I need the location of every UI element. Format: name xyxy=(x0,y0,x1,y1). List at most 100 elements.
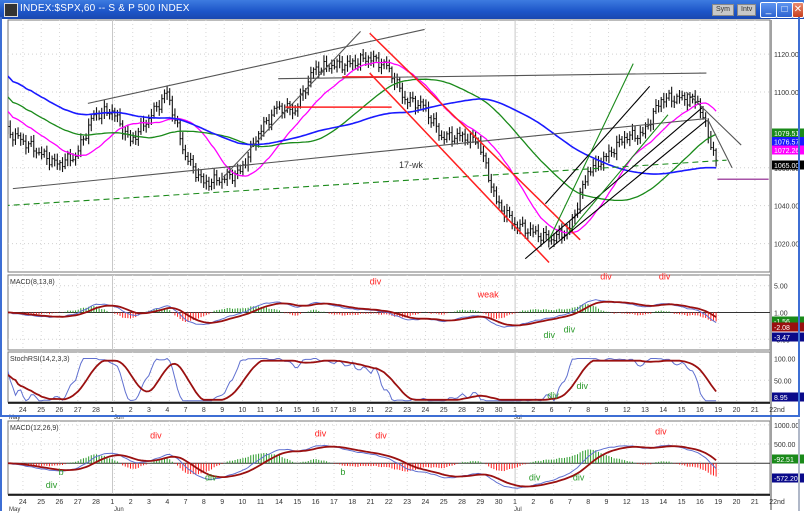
date-tick-label: 7 xyxy=(184,407,188,414)
date-tick-label: 21 xyxy=(367,499,375,506)
price-annotation: 17-wk xyxy=(399,160,424,170)
date-tick-label: 10 xyxy=(239,499,247,506)
date-tick-label: 25 xyxy=(440,499,448,506)
macd2-annotation: div xyxy=(529,473,541,483)
date-tick-label: 11 xyxy=(257,407,264,414)
date-tick-label: 15 xyxy=(678,407,686,414)
date-tick-label: 16 xyxy=(312,499,320,506)
macd2-annotation: div xyxy=(315,428,327,438)
date-tick-label: 4 xyxy=(165,407,169,414)
price-y-tick: 1020.00 xyxy=(774,242,799,249)
stoch-annotation: div xyxy=(547,391,559,401)
price-last-value-tag: 1065.00 xyxy=(774,163,799,170)
date-tick-label: 15 xyxy=(678,499,686,506)
date-tick-label: 27 xyxy=(74,499,82,506)
date-tick-label: 2 xyxy=(531,499,535,506)
date-tick-label: 1 xyxy=(110,407,114,414)
chart-canvas[interactable]: 17-wk MACD(8,13,8) StochRSI(14,2,3,3) MACD(… xyxy=(0,0,804,513)
date-tick-label: 28 xyxy=(92,407,100,414)
macd2-annotation: div xyxy=(150,430,162,440)
macd-annotation: div xyxy=(370,277,382,287)
date-tick-label: 3 xyxy=(147,499,151,506)
price-y-tick: 1120.00 xyxy=(774,52,799,59)
right-axis-bg xyxy=(770,420,800,510)
date-tick-label: 21 xyxy=(751,407,759,414)
macd2-annotation: b xyxy=(59,467,64,477)
month-label: Jul xyxy=(514,507,522,513)
date-tick-label: 9 xyxy=(605,499,609,506)
macd2-annotation: div xyxy=(205,473,217,483)
macd-annotation: div xyxy=(659,271,671,281)
macd-y-tick: 1.00 xyxy=(774,311,788,318)
stoch-y-tick: 100.00 xyxy=(774,357,796,364)
date-tick-label: 19 xyxy=(714,407,722,414)
macd2-annotation: div xyxy=(573,473,585,483)
date-tick-label: 25 xyxy=(37,407,45,414)
date-tick-label: 23 xyxy=(403,499,411,506)
date-tick-label: 18 xyxy=(348,407,356,414)
macd-last-value-tag: -2.08 xyxy=(774,325,790,332)
macd2-y-tick: 500.00 xyxy=(774,442,796,449)
stoch-last-value-tag: 8.95 xyxy=(774,395,788,402)
month-label: May xyxy=(9,507,20,513)
date-tick-label: 13 xyxy=(641,407,649,414)
date-tick-label: 27 xyxy=(74,407,82,414)
date-tick-label: 25 xyxy=(37,499,45,506)
date-tick-label: 22nd xyxy=(769,407,785,414)
macd2-label: MACD(12,26,9) xyxy=(10,425,59,432)
date-tick-label: 30 xyxy=(495,499,503,506)
date-tick-label: 29 xyxy=(476,407,484,414)
date-tick-label: 11 xyxy=(257,499,264,506)
date-tick-label: 14 xyxy=(659,499,667,506)
month-label: Jun xyxy=(114,507,124,513)
date-tick-label: 7 xyxy=(184,499,188,506)
date-tick-label: 1 xyxy=(110,499,114,506)
macd2-last-value-tag: -572.20 xyxy=(774,476,798,483)
month-label: May xyxy=(9,415,20,421)
date-tick-label: 19 xyxy=(714,499,722,506)
date-tick-label: 12 xyxy=(623,499,631,506)
date-tick-label: 26 xyxy=(56,407,64,414)
macd-y-tick: 5.00 xyxy=(774,284,788,291)
date-tick-label: 2 xyxy=(531,407,535,414)
date-tick-label: 13 xyxy=(641,499,649,506)
date-tick-label: 10 xyxy=(239,407,247,414)
date-tick-label: 24 xyxy=(422,499,430,506)
date-tick-label: 28 xyxy=(92,499,100,506)
date-tick-label: 25 xyxy=(440,407,448,414)
date-tick-label: 14 xyxy=(275,407,283,414)
date-tick-label: 9 xyxy=(220,407,224,414)
date-tick-label: 22 xyxy=(385,407,393,414)
date-tick-label: 30 xyxy=(495,407,503,414)
date-tick-label: 21 xyxy=(751,499,759,506)
price-last-value-tag: 1079.51 xyxy=(774,131,799,138)
macd-annotation: weak xyxy=(477,290,500,300)
date-tick-label: 22nd xyxy=(769,499,785,506)
macd-label: MACD(8,13,8) xyxy=(10,279,55,286)
price-last-value-tag: 1072.26 xyxy=(774,148,799,155)
macd-annotation: div xyxy=(600,271,612,281)
date-tick-label: 8 xyxy=(202,407,206,414)
date-tick-label: 6 xyxy=(550,499,554,506)
date-tick-label: 9 xyxy=(605,407,609,414)
macd-annotation: div xyxy=(564,324,576,334)
date-tick-label: 29 xyxy=(476,499,484,506)
date-tick-label: 28 xyxy=(458,407,466,414)
stoch-y-tick: 50.00 xyxy=(774,378,792,385)
macd2-annotation: div xyxy=(655,426,667,436)
date-tick-label: 14 xyxy=(659,407,667,414)
date-tick-label: 8 xyxy=(586,499,590,506)
macd2-y-tick: 1000.00 xyxy=(774,423,799,430)
date-tick-label: 24 xyxy=(19,407,27,414)
price-last-value-tag: 1076.57 xyxy=(774,140,799,147)
date-tick-label: 17 xyxy=(330,499,338,506)
date-tick-label: 20 xyxy=(733,407,741,414)
date-tick-label: 7 xyxy=(568,407,572,414)
macd2-last-value-tag: -92.51 xyxy=(774,457,794,464)
date-tick-label: 23 xyxy=(403,407,411,414)
macd2-annotation: div xyxy=(375,430,387,440)
date-tick-label: 21 xyxy=(367,407,375,414)
panel-price xyxy=(7,19,771,273)
date-tick-label: 16 xyxy=(696,407,704,414)
date-tick-label: 15 xyxy=(293,499,301,506)
